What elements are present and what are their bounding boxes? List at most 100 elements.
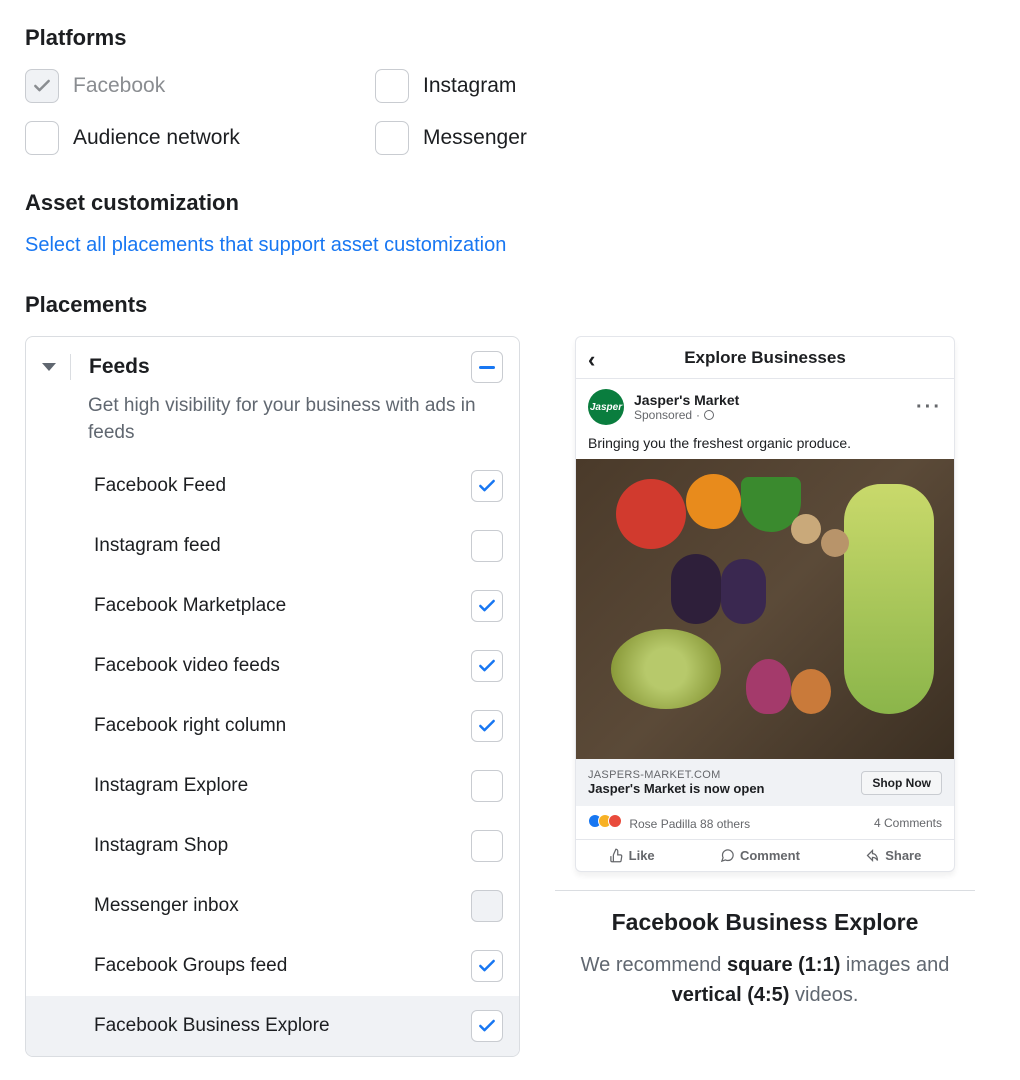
placement-checkbox[interactable] (471, 830, 503, 862)
check-icon (477, 1016, 497, 1036)
placement-row[interactable]: Instagram feed (26, 516, 519, 576)
placement-row[interactable]: Facebook Feed (26, 456, 519, 516)
placement-row[interactable]: Facebook Marketplace (26, 576, 519, 636)
platform-facebook: Facebook (25, 69, 375, 103)
cta-domain: JASPERS-MARKET.COM (588, 769, 764, 781)
preview-phone: ‹ Explore Businesses Jasper Jasper's Mar… (575, 336, 955, 872)
comment-button[interactable]: Comment (720, 848, 800, 863)
placement-row[interactable]: Facebook right column (26, 696, 519, 756)
check-icon (477, 596, 497, 616)
placement-checkbox[interactable] (471, 1010, 503, 1042)
platform-facebook-label: Facebook (73, 74, 165, 98)
placement-label: Facebook Marketplace (94, 595, 286, 617)
post-engagement-bar: Rose Padilla 88 others 4 Comments (576, 806, 954, 840)
share-icon (865, 848, 880, 863)
platform-audience-network: Audience network (25, 121, 375, 155)
post-image (576, 459, 954, 759)
placement-label: Facebook right column (94, 715, 286, 737)
reaction-icons (588, 814, 622, 828)
reco-bold-2: vertical (4:5) (672, 984, 790, 1006)
caret-down-icon[interactable] (42, 363, 56, 371)
thumbs-up-icon (609, 848, 624, 863)
placement-label: Facebook Groups feed (94, 955, 287, 977)
platform-instagram-checkbox[interactable] (375, 69, 409, 103)
placement-checkbox[interactable] (471, 710, 503, 742)
cta-headline: Jasper's Market is now open (588, 781, 764, 796)
asset-customization-link[interactable]: Select all placements that support asset… (25, 234, 506, 257)
preview-placement-title: Facebook Business Explore (555, 909, 975, 936)
reactions-text: Rose Padilla 88 others (629, 817, 750, 831)
placement-row[interactable]: Facebook video feeds (26, 636, 519, 696)
reco-post: videos. (789, 984, 858, 1006)
platforms-heading: Platforms (25, 25, 995, 51)
platform-messenger-checkbox[interactable] (375, 121, 409, 155)
platform-instagram-label: Instagram (423, 74, 516, 98)
reactions-summary: Rose Padilla 88 others (588, 814, 750, 831)
content-row: Feeds Get high visibility for your busin… (25, 336, 995, 1057)
platform-messenger-label: Messenger (423, 126, 527, 150)
comments-count: 4 Comments (874, 816, 942, 830)
comment-label: Comment (740, 848, 800, 863)
post-actions: Like Comment Share (576, 840, 954, 871)
post-cta-bar: JASPERS-MARKET.COM Jasper's Market is no… (576, 759, 954, 806)
comment-icon (720, 848, 735, 863)
share-label: Share (885, 848, 921, 863)
placement-row[interactable]: Instagram Shop (26, 816, 519, 876)
like-button[interactable]: Like (609, 848, 655, 863)
placement-label: Instagram Shop (94, 835, 228, 857)
placement-row[interactable]: Instagram Explore (26, 756, 519, 816)
post-brand: Jasper's Market (634, 392, 906, 408)
post-menu-icon[interactable]: ··· (916, 396, 942, 419)
platform-audience-network-checkbox[interactable] (25, 121, 59, 155)
preview-divider (555, 890, 975, 891)
post-meta: Jasper's Market Sponsored · (634, 392, 906, 422)
shop-now-button[interactable]: Shop Now (861, 771, 942, 795)
placement-checkbox (471, 890, 503, 922)
dot-separator: · (696, 408, 700, 422)
platform-audience-network-label: Audience network (73, 126, 240, 150)
placement-label: Messenger inbox (94, 895, 239, 917)
placement-row[interactable]: Messenger inbox (26, 876, 519, 936)
feeds-header: Feeds (26, 337, 519, 393)
placement-checkbox[interactable] (471, 530, 503, 562)
sponsored-label: Sponsored (634, 408, 692, 422)
placement-row[interactable]: Facebook Business Explore (26, 996, 519, 1056)
post-caption: Bringing you the freshest organic produc… (576, 435, 954, 459)
placement-checkbox[interactable] (471, 950, 503, 982)
placements-panel: Feeds Get high visibility for your busin… (25, 336, 520, 1057)
placement-label: Instagram Explore (94, 775, 248, 797)
minus-icon (479, 366, 495, 369)
placement-list: Facebook Feed Instagram feed Facebook Mark… (26, 456, 519, 1056)
check-icon (477, 716, 497, 736)
reco-mid: images and (840, 954, 949, 976)
preview-recommendation: We recommend square (1:1) images and ver… (555, 950, 975, 1010)
placement-checkbox[interactable] (471, 590, 503, 622)
placement-checkbox[interactable] (471, 470, 503, 502)
avatar: Jasper (588, 389, 624, 425)
check-icon (477, 476, 497, 496)
post-sponsored: Sponsored · (634, 408, 906, 422)
share-button[interactable]: Share (865, 848, 921, 863)
platform-instagram: Instagram (375, 69, 725, 103)
platform-facebook-checkbox (25, 69, 59, 103)
reco-bold-1: square (1:1) (727, 954, 840, 976)
phone-title: Explore Businesses (684, 348, 846, 368)
placement-checkbox[interactable] (471, 770, 503, 802)
feeds-title: Feeds (89, 355, 457, 379)
placement-label: Facebook video feeds (94, 655, 280, 677)
post-header: Jasper Jasper's Market Sponsored · ··· (576, 379, 954, 435)
feeds-description: Get high visibility for your business wi… (26, 393, 519, 456)
check-icon (477, 656, 497, 676)
like-label: Like (629, 848, 655, 863)
feeds-indeterminate-checkbox[interactable] (471, 351, 503, 383)
phone-topbar: ‹ Explore Businesses (576, 337, 954, 379)
platforms-grid: Facebook Instagram Audience network Mess… (25, 69, 995, 155)
back-chevron-icon[interactable]: ‹ (588, 347, 595, 373)
placement-label: Instagram feed (94, 535, 221, 557)
header-divider (70, 354, 71, 380)
placement-row[interactable]: Facebook Groups feed (26, 936, 519, 996)
placement-checkbox[interactable] (471, 650, 503, 682)
reco-pre: We recommend (581, 954, 727, 976)
platform-messenger: Messenger (375, 121, 725, 155)
love-reaction-icon (608, 814, 622, 828)
